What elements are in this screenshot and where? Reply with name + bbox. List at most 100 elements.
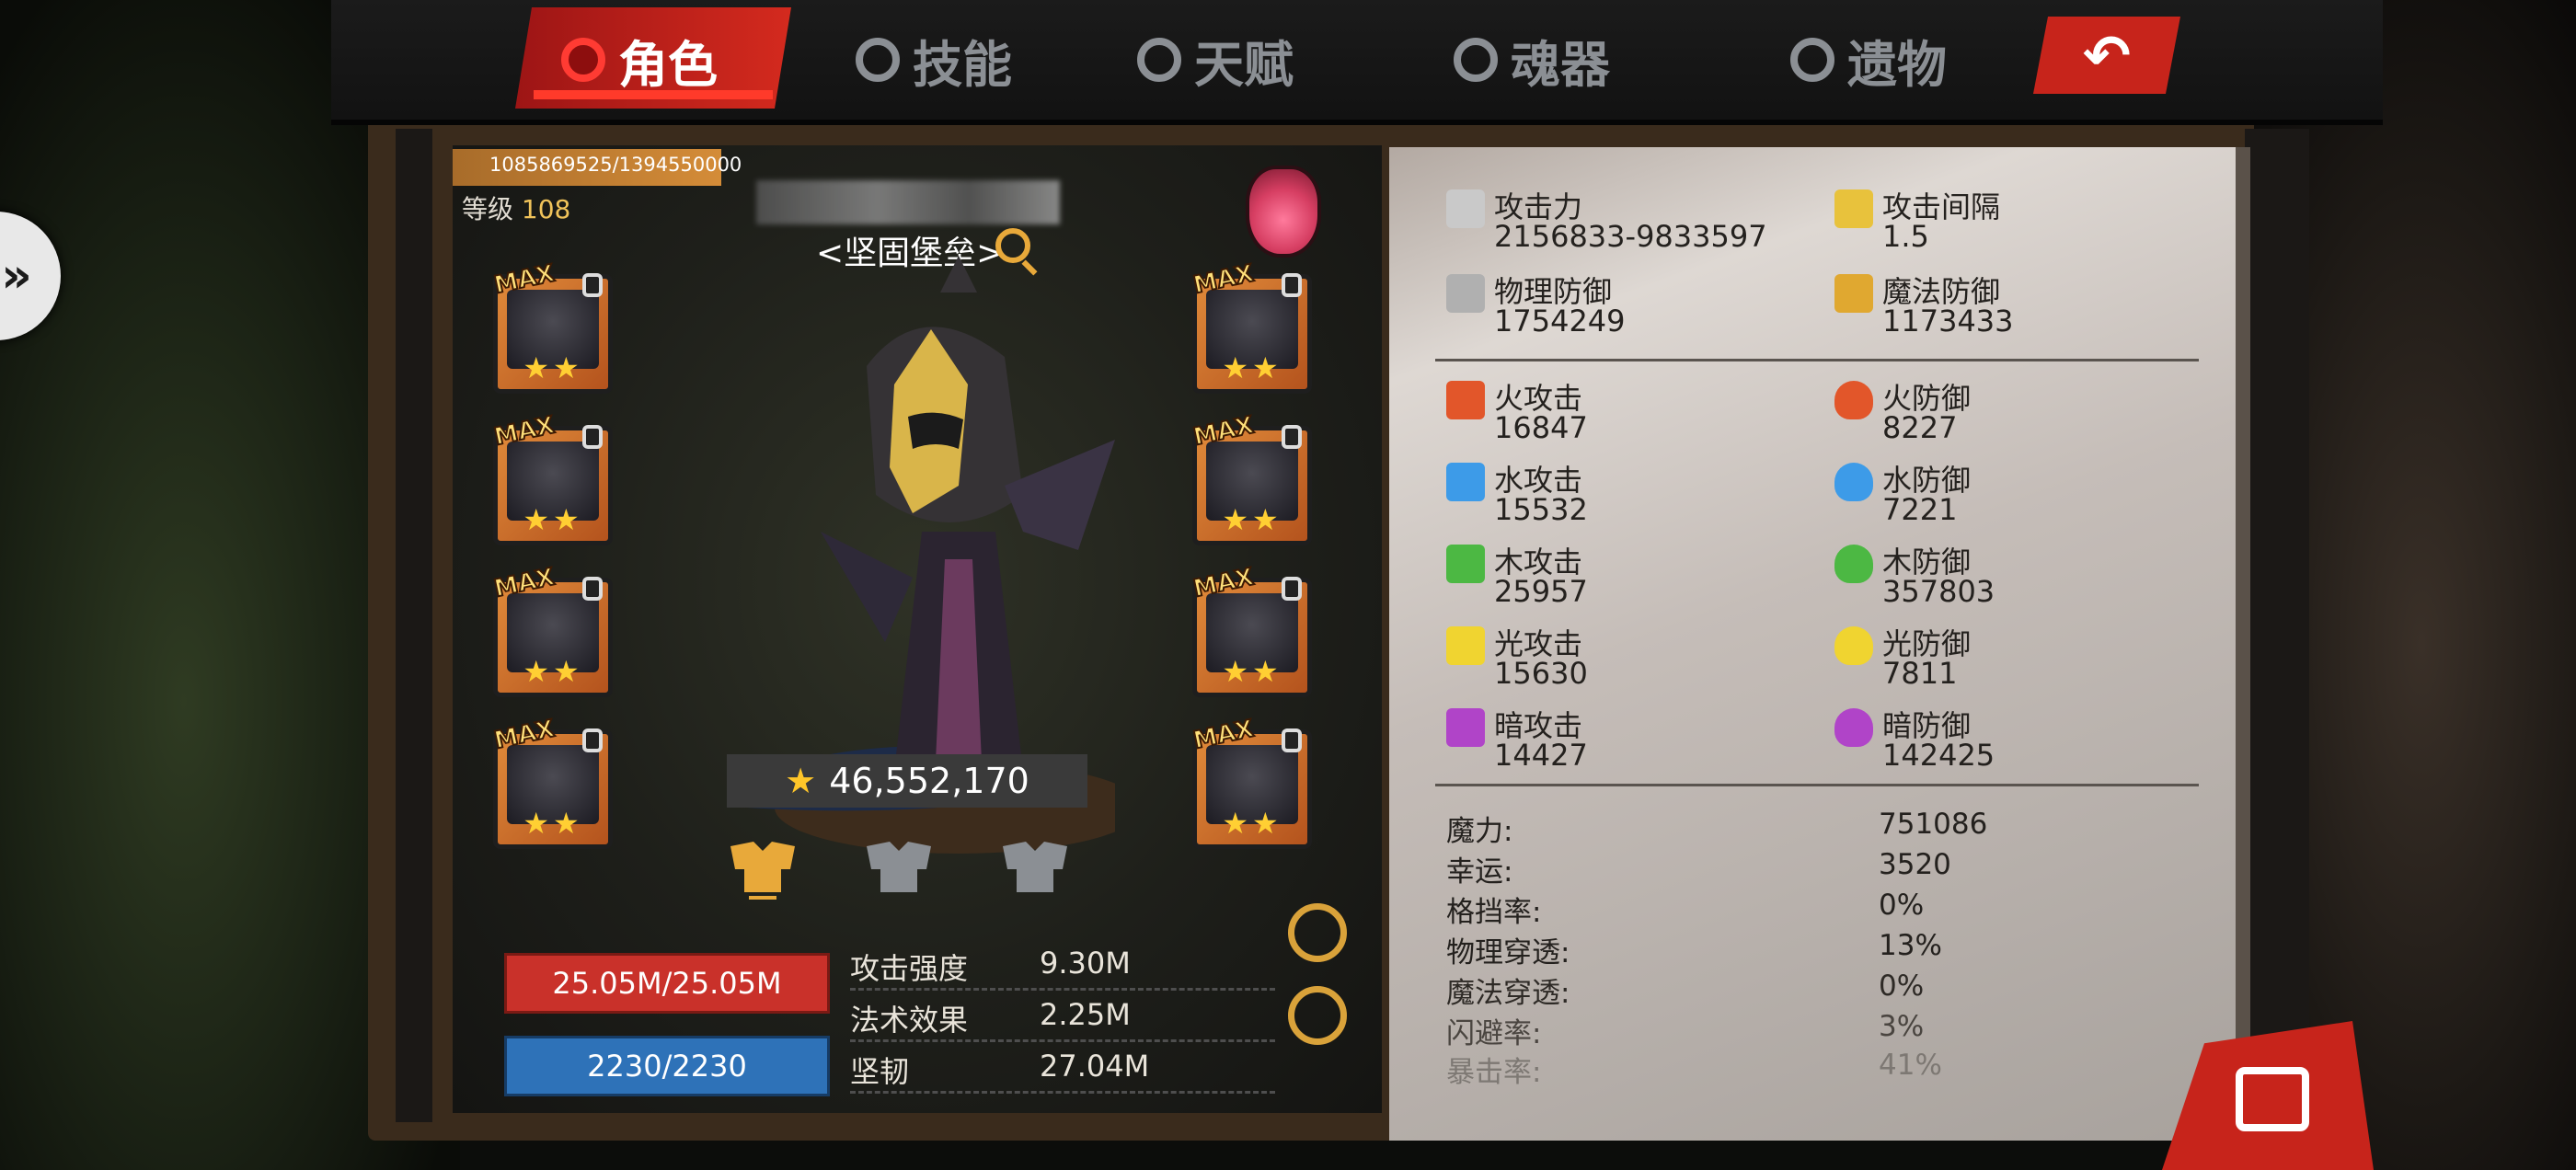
- magic-shield-icon: [1834, 274, 1873, 313]
- star-rating: ★★: [1222, 502, 1282, 537]
- stat-value: 7811: [1882, 656, 1958, 691]
- misc-stat-value: 13%: [1879, 929, 1942, 962]
- shield-sword-icon: [1446, 274, 1485, 313]
- misc-stat-label: 物理穿透:: [1446, 936, 1570, 969]
- lock-icon: [1282, 577, 1302, 601]
- tab-talent[interactable]: 天赋: [1137, 18, 1294, 101]
- tab-label: 天赋: [1194, 35, 1294, 94]
- combat-power: ★ 46,552,170: [727, 754, 1087, 808]
- star-rating: ★★: [1222, 350, 1282, 385]
- star-rating: ★★: [1222, 654, 1282, 689]
- demon-mask-icon: [561, 38, 605, 82]
- atom-icon[interactable]: [1288, 986, 1347, 1045]
- equipment-slot-chest[interactable]: MAX ★★: [1190, 410, 1312, 545]
- stat-value: 14427: [1494, 738, 1588, 773]
- stat-value: 2156833-9833597: [1494, 219, 1767, 254]
- summary-stat-label: 攻击强度: [850, 951, 969, 986]
- alert-badge-icon[interactable]: [1288, 903, 1347, 962]
- equipment-slot-weapon[interactable]: MAX ★★: [491, 562, 613, 697]
- stat-value: 8227: [1882, 410, 1958, 445]
- frame-left-pillar: [396, 129, 432, 1122]
- lock-icon: [582, 728, 603, 752]
- dark-attack-icon: [1446, 708, 1485, 747]
- stats-panel-edge: [2236, 147, 2250, 1141]
- tab-character[interactable]: 角色: [561, 18, 718, 101]
- stats-panel: 攻击力 2156833-9833597 攻击间隔 1.5 物理防御 175424…: [1389, 147, 2250, 1141]
- summary-stat-value: 27.04M: [1040, 1049, 1150, 1084]
- star-rating: ★★: [1222, 806, 1282, 841]
- misc-stat-value: 3%: [1879, 1010, 1925, 1043]
- potion-icon[interactable]: [1246, 166, 1321, 258]
- soul-gem-icon: [1454, 38, 1498, 82]
- summary-stat-row: 攻击强度 9.30M: [850, 942, 1275, 991]
- health-bar: 25.05M/25.05M: [504, 953, 830, 1014]
- player-name-blurred: [756, 180, 1060, 224]
- armor-set-3-icon[interactable]: [994, 837, 1076, 901]
- stat-value: 1173433: [1882, 304, 2014, 338]
- back-arrow-icon: ↶: [2083, 21, 2131, 89]
- tab-soul-vessel[interactable]: 魂器: [1454, 18, 1610, 101]
- health-text: 25.05M/25.05M: [552, 966, 782, 1001]
- mana-text: 2230/2230: [587, 1049, 747, 1084]
- equipment-slot-ring[interactable]: MAX ★★: [1190, 714, 1312, 849]
- armor-set-2-icon[interactable]: [857, 837, 940, 901]
- tab-relics[interactable]: 遗物: [1790, 18, 1947, 101]
- divider: [1435, 784, 2199, 786]
- double-chevron-right-icon: »: [1, 248, 32, 304]
- star-rating: ★★: [523, 350, 583, 385]
- fire-defense-icon: [1834, 381, 1873, 419]
- experience-text: 1085869525/1394550000: [489, 154, 742, 176]
- light-attack-icon: [1446, 626, 1485, 665]
- fire-attack-icon: [1446, 381, 1485, 419]
- crystal-icon: [1137, 38, 1181, 82]
- character-panel: 1085869525/1394550000 等级 108 <坚固堡垒> MAX …: [453, 145, 1382, 1113]
- water-defense-icon: [1834, 463, 1873, 501]
- tab-label: 技能: [913, 35, 1012, 94]
- tab-label: 魂器: [1511, 35, 1610, 94]
- mana-bar: 2230/2230: [504, 1036, 830, 1096]
- misc-stat-label: 幸运:: [1446, 855, 1513, 889]
- equipment-slot-accessory[interactable]: MAX ★★: [491, 714, 613, 849]
- misc-stat-value: 3520: [1879, 848, 1951, 881]
- lock-icon: [582, 273, 603, 297]
- tab-label: 遗物: [1847, 35, 1947, 94]
- tab-label: 角色: [618, 35, 718, 94]
- lock-icon: [582, 425, 603, 449]
- star-rating: ★★: [523, 806, 583, 841]
- equipment-slot-gloves[interactable]: MAX ★★: [1190, 562, 1312, 697]
- lock-icon: [582, 577, 603, 601]
- divider: [1435, 359, 2199, 361]
- stat-value: 357803: [1882, 574, 1995, 609]
- frame-right-pillar: [2245, 129, 2309, 1122]
- equipment-slot-necklace[interactable]: MAX ★★: [491, 410, 613, 545]
- summary-stat-value: 9.30M: [1040, 946, 1131, 981]
- level-value: 108: [521, 194, 571, 224]
- misc-stat-value: 751086: [1879, 808, 1988, 841]
- misc-stat-label: 格挡率:: [1446, 896, 1542, 929]
- stat-value: 1.5: [1882, 219, 1929, 254]
- star-icon: ★: [785, 761, 817, 801]
- stat-value: 7221: [1882, 492, 1958, 527]
- back-button[interactable]: ↶: [2033, 17, 2180, 94]
- misc-stat-label: 魔力:: [1446, 815, 1513, 848]
- summary-stat-label: 坚韧: [850, 1054, 910, 1089]
- combat-power-value: 46,552,170: [829, 761, 1029, 801]
- tab-skills[interactable]: 技能: [856, 18, 1012, 101]
- lock-icon: [1282, 425, 1302, 449]
- experience-bar: 1085869525/1394550000: [453, 149, 742, 186]
- summary-stat-label: 法术效果: [850, 1003, 969, 1038]
- water-attack-icon: [1446, 463, 1485, 501]
- swirl-icon: [856, 38, 900, 82]
- stat-value: 25957: [1494, 574, 1588, 609]
- wood-defense-icon: [1834, 545, 1873, 583]
- stat-value: 15630: [1494, 656, 1588, 691]
- summary-stat-row: 法术效果 2.25M: [850, 993, 1275, 1042]
- level-display: 等级 108: [462, 189, 570, 226]
- misc-stat-label: 魔法穿透:: [1446, 977, 1570, 1010]
- equipment-slot-helmet[interactable]: MAX ★★: [491, 258, 613, 394]
- equipment-slot-shoulder[interactable]: MAX ★★: [1190, 258, 1312, 394]
- lock-icon: [1282, 728, 1302, 752]
- golden-sword-icon: [1834, 189, 1873, 228]
- armor-set-1-icon[interactable]: [721, 837, 804, 901]
- flame-swirl-icon: [1790, 38, 1834, 82]
